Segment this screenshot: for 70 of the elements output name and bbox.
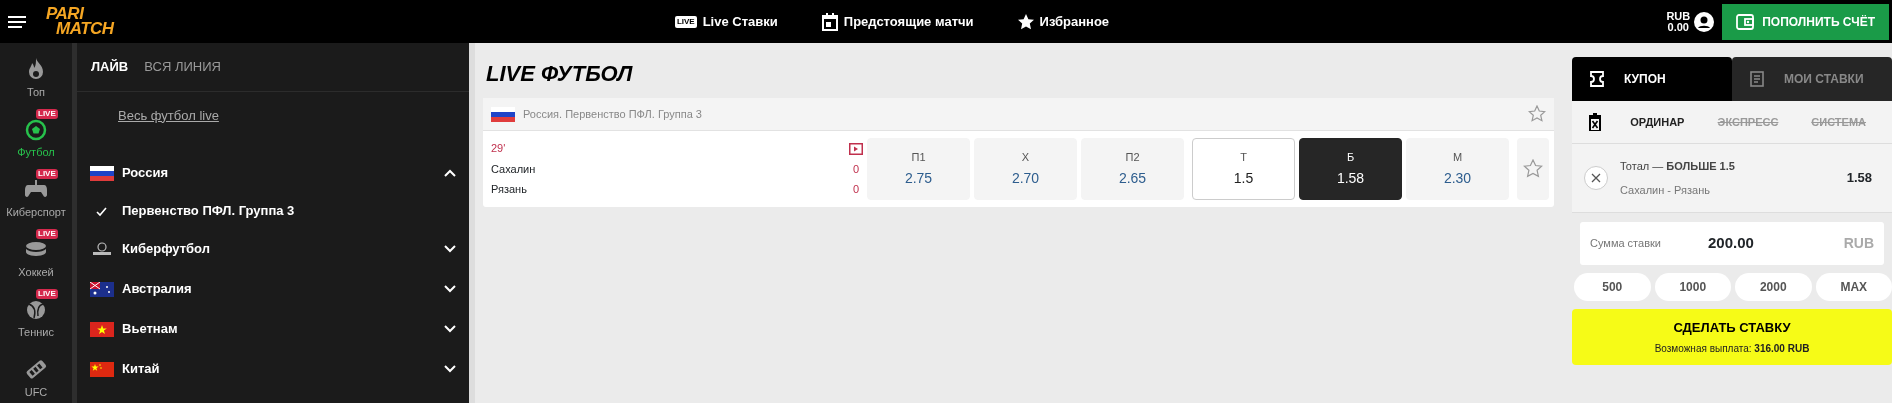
calendar-icon [821,12,838,31]
odds-button[interactable]: М 2.30 [1406,138,1509,200]
country-item[interactable]: Вьетнам [122,319,435,339]
flag-icon [90,321,114,337]
amount-button[interactable]: 500 [1574,273,1651,301]
odds-button[interactable]: П1 2.75 [867,138,970,200]
flag-icon [90,281,114,297]
tab[interactable]: ВСЯ ЛИНИЯ [144,57,221,77]
sport-label[interactable]: Футбол [17,144,55,161]
league-name: Россия. Первенство ПФЛ. Группа 3 [523,106,703,122]
wallet-icon [1736,12,1755,31]
live-icon: LIVE [674,15,697,28]
amount-button[interactable]: 1000 [1654,273,1731,301]
bet-market: Тотал — БОЛЬШЕ 1.5 [1620,158,1736,174]
odds-button[interactable]: Б 1.58 [1299,138,1402,200]
live-badge: LIVE [36,169,58,180]
nav-link[interactable]: Предстоящие матчи [843,11,974,32]
flag-icon [90,361,114,377]
amount-button[interactable]: 2000 [1735,273,1812,301]
bet-odds: 1.58 [1846,169,1872,188]
star-icon [1017,13,1034,30]
match-time: 29' [491,141,507,157]
country-item[interactable]: Киберфутбол [122,239,435,259]
team-score: 0 [851,182,861,198]
bet-match: Сахалин - Рязань [1620,183,1711,198]
flag-icon [491,106,515,122]
team-name: Сахалин [491,161,537,177]
live-badge: LIVE [36,109,58,120]
soccer-ball-icon [24,117,48,142]
nav-link[interactable]: Избранное [1039,11,1110,32]
sport-label[interactable]: Хоккей [18,264,54,281]
logo[interactable]: PARI MATCH [42,5,118,38]
place-bet-button[interactable]: СДЕЛАТЬ СТАВКУ Возможная выплата: 316.00 RUB [1572,309,1892,365]
page-title: LIVE ФУТБОЛ [486,60,634,88]
star-icon [1523,159,1543,179]
user-icon[interactable] [1694,11,1715,32]
team-score: 0 [851,161,861,177]
odds-button[interactable]: П2 2.65 [1081,138,1184,200]
favorite-star-icon[interactable] [1528,105,1546,123]
league-item[interactable]: Первенство ПФЛ. Группа 3 [122,201,457,221]
document-icon [1750,71,1764,87]
team-name: Рязань [491,182,528,198]
nav-link[interactable]: Live Ставки [702,11,778,32]
ticket-icon [1590,71,1604,87]
amount-button[interactable]: MAX [1815,273,1892,301]
live-badge: LIVE [36,289,58,300]
tab[interactable]: КУПОН [1572,57,1732,101]
tab[interactable]: ЛАЙВ [91,57,129,77]
tab[interactable]: МОИ СТАВКИ [1732,57,1892,101]
deposit-button[interactable]: ПОПОЛНИТЬ СЧЁТ [1722,3,1889,40]
flag-icon [90,165,114,181]
video-icon [849,142,863,155]
odds-button[interactable]: Х 2.70 [974,138,1077,200]
sport-label[interactable]: UFC [24,384,48,401]
balance-amount: RUB 0.00 [1666,10,1691,33]
sport-label[interactable]: Теннис [18,324,54,341]
trash-icon [1588,113,1602,131]
country-item[interactable]: Китай [122,359,435,379]
stake-field[interactable]: Сумма ставки 200.00 RUB [1580,222,1884,265]
live-badge: LIVE [36,229,58,240]
total-line-button[interactable]: Т 1.5 [1192,138,1295,200]
sport-label[interactable]: Топ [27,84,45,101]
remove-button[interactable] [1584,166,1608,190]
sport-label[interactable]: Киберспорт [6,204,66,221]
country-item[interactable]: Австралия [122,279,435,299]
country-item[interactable]: Россия [122,163,435,183]
menu-icon [8,15,26,28]
close-icon [1591,173,1601,183]
bet-type-tab[interactable]: ОРДИНАР [1622,113,1693,131]
all-football-link[interactable]: Весь футбол live [77,91,469,153]
